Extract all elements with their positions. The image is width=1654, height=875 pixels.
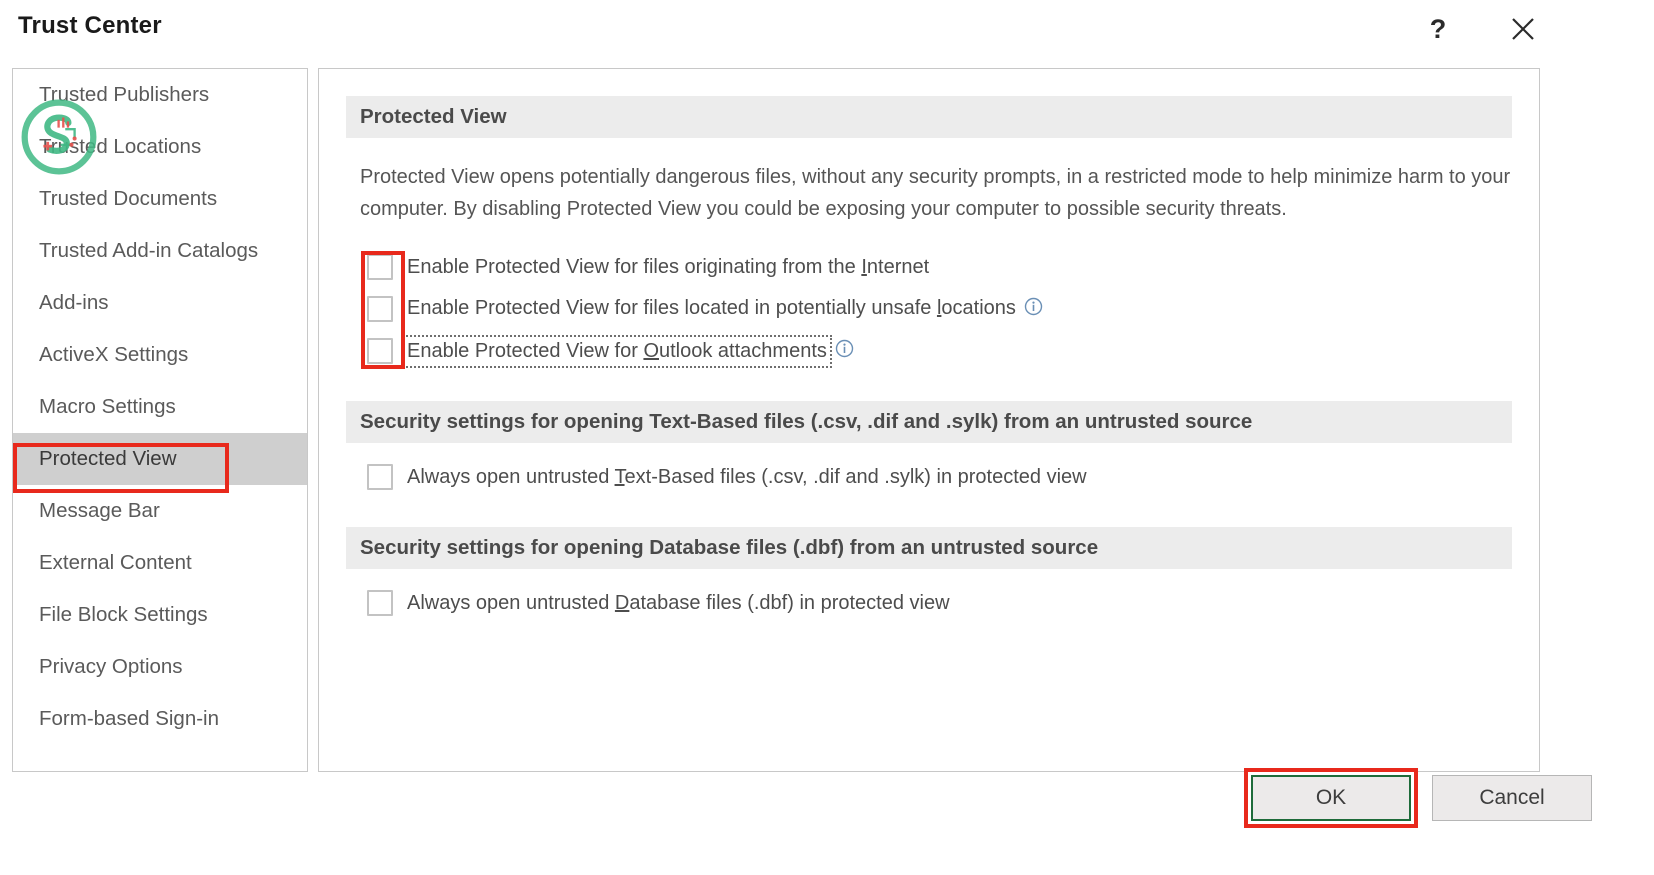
sidebar-item-external-content[interactable]: External Content: [13, 537, 307, 589]
checkbox-row-always-open-text-based[interactable]: Always open untrusted Text-Based files (…: [367, 464, 1087, 490]
protected-view-description: Protected View opens potentially dangero…: [360, 166, 1511, 220]
checkbox-label-enable-pv-unsafe-locations: Enable Protected View for files located …: [407, 297, 1043, 322]
label-text-tail: ocations: [941, 296, 1016, 319]
sidebar-item-label: Add-ins: [39, 291, 109, 314]
checkbox-row-always-open-database[interactable]: Always open untrusted Database files (.d…: [367, 590, 950, 616]
label-text-tail: utlook attachments: [659, 339, 827, 362]
label-text: Enable Protected View for files originat…: [407, 255, 862, 278]
sidebar-item-label: Trusted Locations: [39, 135, 202, 158]
sidebar-item-label: Trusted Publishers: [39, 83, 210, 106]
question-mark-icon[interactable]: ?: [1415, 6, 1461, 52]
sidebar-item-privacy-options[interactable]: Privacy Options: [13, 641, 307, 693]
section-heading-database-files: Security settings for opening Database f…: [346, 527, 1512, 569]
checkbox-label-always-open-text-based: Always open untrusted Text-Based files (…: [407, 466, 1087, 489]
section-heading-protected-view: Protected View: [346, 96, 1512, 138]
accelerator-key: D: [614, 591, 630, 614]
label-text: Always open untrusted: [407, 591, 615, 614]
label-text: Always open untrusted: [407, 465, 615, 488]
checkbox-row-enable-pv-internet[interactable]: Enable Protected View for files originat…: [367, 254, 929, 280]
accelerator-key: O: [643, 339, 659, 362]
checkbox-enable-pv-internet[interactable]: [367, 254, 393, 280]
sidebar-item-label: Trusted Documents: [39, 187, 218, 210]
info-icon[interactable]: [1024, 297, 1043, 322]
label-text-tail: ext-Based files (.csv, .dif and .sylk) i…: [624, 465, 1087, 488]
cancel-button[interactable]: Cancel: [1432, 775, 1592, 821]
sidebar-item-label: Macro Settings: [39, 395, 176, 418]
sidebar-item-trusted-locations[interactable]: Trusted Locations: [13, 121, 307, 173]
sidebar-item-label: Message Bar: [39, 499, 160, 522]
checkbox-row-enable-pv-outlook-attachments[interactable]: Enable Protected View for Outlook attach…: [367, 334, 854, 368]
checkbox-always-open-database[interactable]: [367, 590, 393, 616]
label-text: Enable Protected View for files located …: [407, 296, 937, 319]
page-title: Trust Center: [18, 12, 162, 39]
sidebar: Trusted Publishers Trusted Locations Tru…: [12, 68, 308, 772]
info-icon[interactable]: [835, 339, 854, 363]
sidebar-item-label: ActiveX Settings: [39, 343, 189, 366]
checkbox-enable-pv-outlook-attachments[interactable]: [367, 338, 393, 364]
sidebar-item-add-ins[interactable]: Add-ins: [13, 277, 307, 329]
sidebar-item-file-block-settings[interactable]: File Block Settings: [13, 589, 307, 641]
checkbox-row-enable-pv-unsafe-locations[interactable]: Enable Protected View for files located …: [367, 296, 1043, 322]
sidebar-item-trusted-documents[interactable]: Trusted Documents: [13, 173, 307, 225]
sidebar-item-label: Protected View: [39, 447, 177, 470]
sidebar-item-macro-settings[interactable]: Macro Settings: [13, 381, 307, 433]
sidebar-item-activex-settings[interactable]: ActiveX Settings: [13, 329, 307, 381]
accelerator-key: T: [614, 465, 625, 488]
sidebar-item-trusted-add-in-catalogs[interactable]: Trusted Add-in Catalogs: [13, 225, 307, 277]
sidebar-item-label: Trusted Add-in Catalogs: [39, 239, 259, 262]
ok-button[interactable]: OK: [1251, 775, 1411, 821]
checkbox-label-enable-pv-outlook-attachments: Enable Protected View for Outlook attach…: [402, 334, 832, 368]
title-bar: Trust Center ?: [0, 0, 1654, 58]
sidebar-item-trusted-publishers[interactable]: Trusted Publishers: [13, 69, 307, 121]
main-content-panel: Protected View Protected View opens pote…: [318, 68, 1540, 772]
sidebar-item-protected-view[interactable]: Protected View: [13, 433, 307, 485]
checkbox-enable-pv-unsafe-locations[interactable]: [367, 296, 393, 322]
sidebar-item-label: File Block Settings: [39, 603, 208, 626]
checkbox-label-enable-pv-internet: Enable Protected View for files originat…: [407, 256, 929, 279]
close-icon[interactable]: [1500, 6, 1546, 52]
checkbox-label-always-open-database: Always open untrusted Database files (.d…: [407, 592, 950, 615]
sidebar-item-form-based-sign-in[interactable]: Form-based Sign-in: [13, 693, 307, 745]
checkbox-always-open-text-based[interactable]: [367, 464, 393, 490]
label-text-tail: nternet: [866, 255, 930, 278]
sidebar-item-label: Form-based Sign-in: [39, 707, 220, 730]
section-heading-text-based-files: Security settings for opening Text-Based…: [346, 401, 1512, 443]
sidebar-item-label: External Content: [39, 551, 192, 574]
label-text-tail: atabase files (.dbf) in protected view: [629, 591, 950, 614]
sidebar-item-label: Privacy Options: [39, 655, 183, 678]
sidebar-item-message-bar[interactable]: Message Bar: [13, 485, 307, 537]
label-text: Enable Protected View for: [407, 339, 644, 362]
trust-center-dialog: Trust Center ? Trusted Publishers Truste…: [0, 0, 1654, 875]
